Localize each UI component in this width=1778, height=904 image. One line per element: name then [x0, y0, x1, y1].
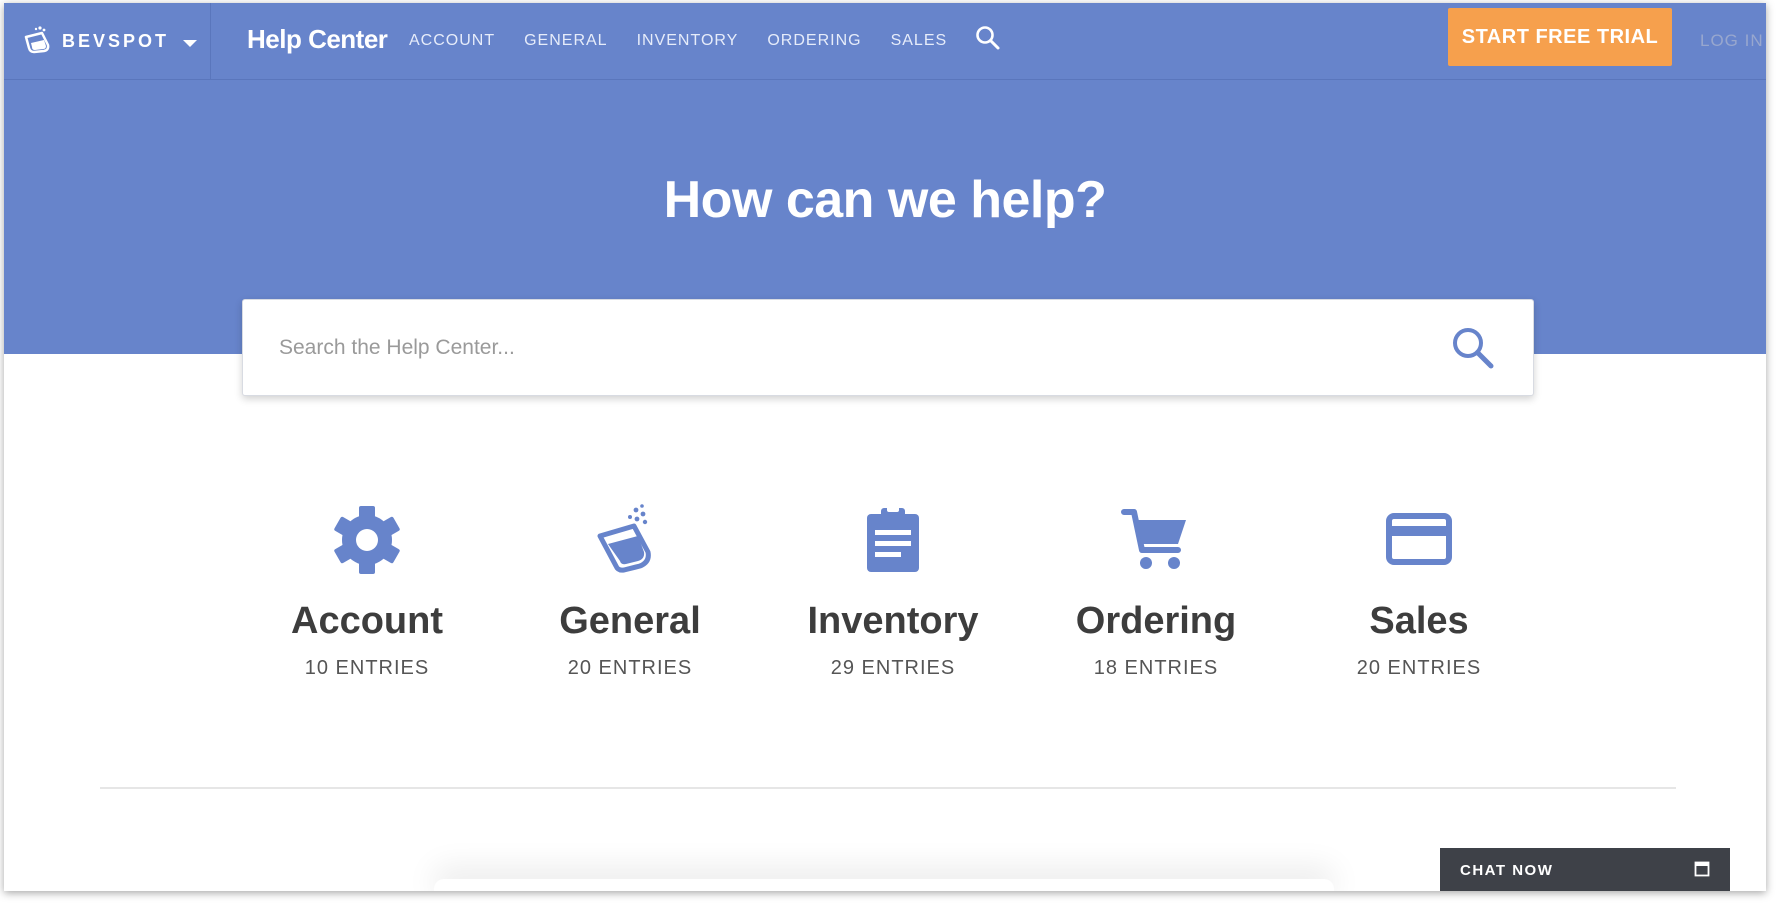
category-account[interactable]: Account 10 ENTRIES	[257, 500, 477, 680]
category-count: 20 ENTRIES	[567, 657, 693, 679]
category-count: 10 ENTRIES	[304, 657, 430, 679]
top-nav: BEVSPOT Help Center ACCOUNT GENERAL INVE…	[4, 3, 1766, 80]
start-free-trial-button[interactable]: START FREE TRIAL	[1448, 8, 1672, 66]
nav-link-sales[interactable]: SALES	[891, 32, 948, 50]
help-search-box	[242, 299, 1534, 396]
category-sales[interactable]: Sales 20 ENTRIES	[1309, 500, 1529, 680]
category-name: General	[559, 600, 701, 642]
nav-link-ordering[interactable]: ORDERING	[767, 32, 861, 50]
credit-card-icon	[1386, 513, 1452, 565]
pour-icon	[597, 504, 651, 573]
category-general[interactable]: General 20 ENTRIES	[520, 500, 740, 680]
chat-now-label: CHAT NOW	[1460, 862, 1554, 879]
page-frame: BEVSPOT Help Center ACCOUNT GENERAL INVE…	[4, 3, 1766, 891]
category-name: Sales	[1369, 600, 1469, 642]
window-icon[interactable]	[1694, 861, 1710, 877]
chat-now-widget[interactable]: CHAT NOW	[1440, 848, 1730, 891]
category-count: 18 ENTRIES	[1093, 657, 1219, 679]
section-divider	[100, 787, 1676, 789]
login-link[interactable]: LOG IN	[1700, 31, 1764, 51]
help-center-title[interactable]: Help Center	[247, 24, 388, 55]
category-count: 20 ENTRIES	[1356, 657, 1482, 679]
category-name: Inventory	[807, 600, 979, 642]
search-icon[interactable]	[975, 25, 1001, 51]
bevspot-logo-icon	[24, 26, 50, 54]
brand-name: BEVSPOT	[62, 31, 170, 51]
clipboard-icon	[867, 506, 919, 572]
gear-icon	[334, 506, 400, 574]
brand-switcher[interactable]: BEVSPOT	[4, 3, 211, 79]
nav-link-account[interactable]: ACCOUNT	[409, 32, 495, 50]
cart-icon	[1121, 509, 1186, 569]
chevron-down-icon	[183, 40, 197, 47]
category-ordering[interactable]: Ordering 18 ENTRIES	[1046, 500, 1266, 680]
category-name: Ordering	[1075, 600, 1237, 642]
category-inventory[interactable]: Inventory 29 ENTRIES	[783, 500, 1003, 680]
hero-title: How can we help?	[663, 171, 1107, 229]
next-section-card-edge	[434, 879, 1334, 891]
category-count: 29 ENTRIES	[830, 657, 956, 679]
category-name: Account	[291, 600, 443, 642]
nav-link-general[interactable]: GENERAL	[524, 32, 607, 50]
help-search-input[interactable]	[277, 330, 1401, 366]
category-nav: ACCOUNT GENERAL INVENTORY ORDERING SALES	[409, 32, 976, 50]
nav-link-inventory[interactable]: INVENTORY	[637, 32, 739, 50]
search-icon[interactable]	[1449, 324, 1497, 372]
